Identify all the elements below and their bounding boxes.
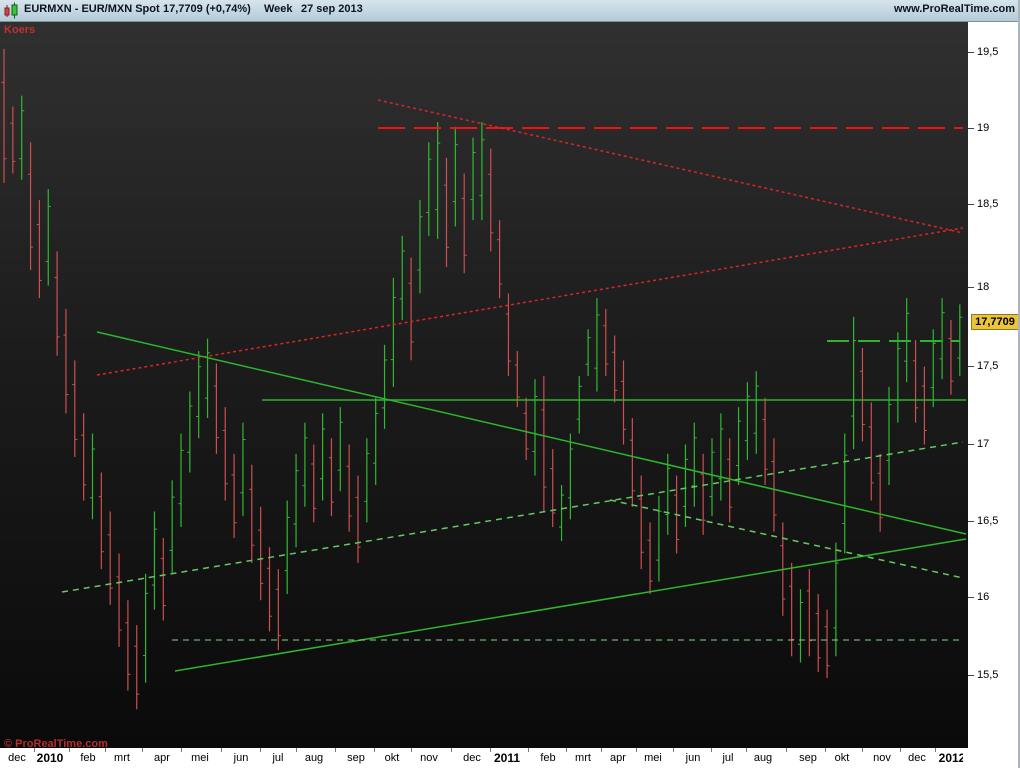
time-tick — [862, 748, 863, 752]
time-label-jun: jun — [234, 752, 249, 764]
tick-mark — [968, 52, 974, 53]
time-label-dec: dec — [8, 752, 26, 764]
time-label-mrt: mrt — [114, 752, 130, 764]
time-label-feb: feb — [540, 752, 555, 764]
time-label-nov: nov — [420, 752, 438, 764]
time-axis-labels: dec 2010 feb mrt apr mei jun jul aug sep okt nov dec… — [0, 748, 963, 768]
red-ascending-trendline[interactable] — [97, 228, 963, 375]
time-tick — [601, 748, 602, 752]
time-tick — [181, 748, 182, 752]
time-label-mrt: mrt — [575, 752, 591, 764]
time-label-apr: apr — [610, 752, 626, 764]
time-tick — [374, 748, 375, 752]
tick-mark — [968, 128, 974, 129]
green-ascending-support[interactable] — [175, 539, 966, 671]
time-tick — [528, 748, 529, 752]
tick-mark — [968, 444, 974, 445]
time-label-apr: apr — [154, 752, 170, 764]
price-plot[interactable] — [0, 0, 1020, 768]
time-label-jun: jun — [686, 752, 701, 764]
time-tick — [825, 748, 826, 752]
time-label-dec: dec — [463, 752, 481, 764]
time-tick — [335, 748, 336, 752]
tick-mark — [968, 597, 974, 598]
time-tick — [673, 748, 674, 752]
time-tick — [451, 748, 452, 752]
time-label-sep: sep — [347, 752, 365, 764]
green-dashed-descending[interactable] — [610, 500, 963, 578]
time-label-feb: feb — [80, 752, 95, 764]
tick-mark — [968, 675, 974, 676]
price-axis-title: Koers — [4, 24, 35, 36]
tick-mark — [968, 204, 974, 205]
time-tick — [260, 748, 261, 752]
time-tick — [900, 748, 901, 752]
time-label-2011: 2011 — [494, 751, 520, 765]
tick-mark — [968, 287, 974, 288]
time-label-2010: 2010 — [37, 751, 64, 765]
green-descending-trendline[interactable] — [97, 332, 966, 534]
time-tick — [746, 748, 747, 752]
time-label-nov: nov — [873, 752, 891, 764]
time-tick — [786, 748, 787, 752]
current-price-badge: 17,7709 — [971, 314, 1019, 330]
time-label-2012: 2012 — [939, 751, 963, 765]
red-descending-trendline[interactable] — [378, 100, 963, 233]
time-tick — [711, 748, 712, 752]
time-tick — [411, 748, 412, 752]
time-tick — [296, 748, 297, 752]
time-label-dec: dec — [908, 752, 926, 764]
time-tick — [221, 748, 222, 752]
time-label-aug: aug — [305, 752, 323, 764]
time-tick — [636, 748, 637, 752]
time-tick — [142, 748, 143, 752]
time-axis[interactable]: dec 2010 feb mrt apr mei jun jul aug sep okt nov dec… — [0, 748, 1020, 768]
green-dashed-ascending[interactable] — [62, 442, 963, 592]
time-label-mei: mei — [191, 752, 209, 764]
copyright-watermark: © ProRealTime.com — [4, 738, 108, 750]
time-tick — [935, 748, 936, 752]
time-label-aug: aug — [754, 752, 772, 764]
time-label-mei: mei — [644, 752, 662, 764]
time-tick — [566, 748, 567, 752]
time-label-jul: jul — [272, 752, 283, 764]
time-label-okt: okt — [385, 752, 400, 764]
tick-mark — [968, 366, 974, 367]
time-label-sep: sep — [799, 752, 817, 764]
time-tick — [490, 748, 491, 752]
time-label-okt: okt — [835, 752, 850, 764]
tick-mark — [968, 521, 974, 522]
price-axis[interactable]: 19,51918,51817,51716,51615,5 — [968, 22, 1020, 748]
time-label-jul: jul — [722, 752, 733, 764]
